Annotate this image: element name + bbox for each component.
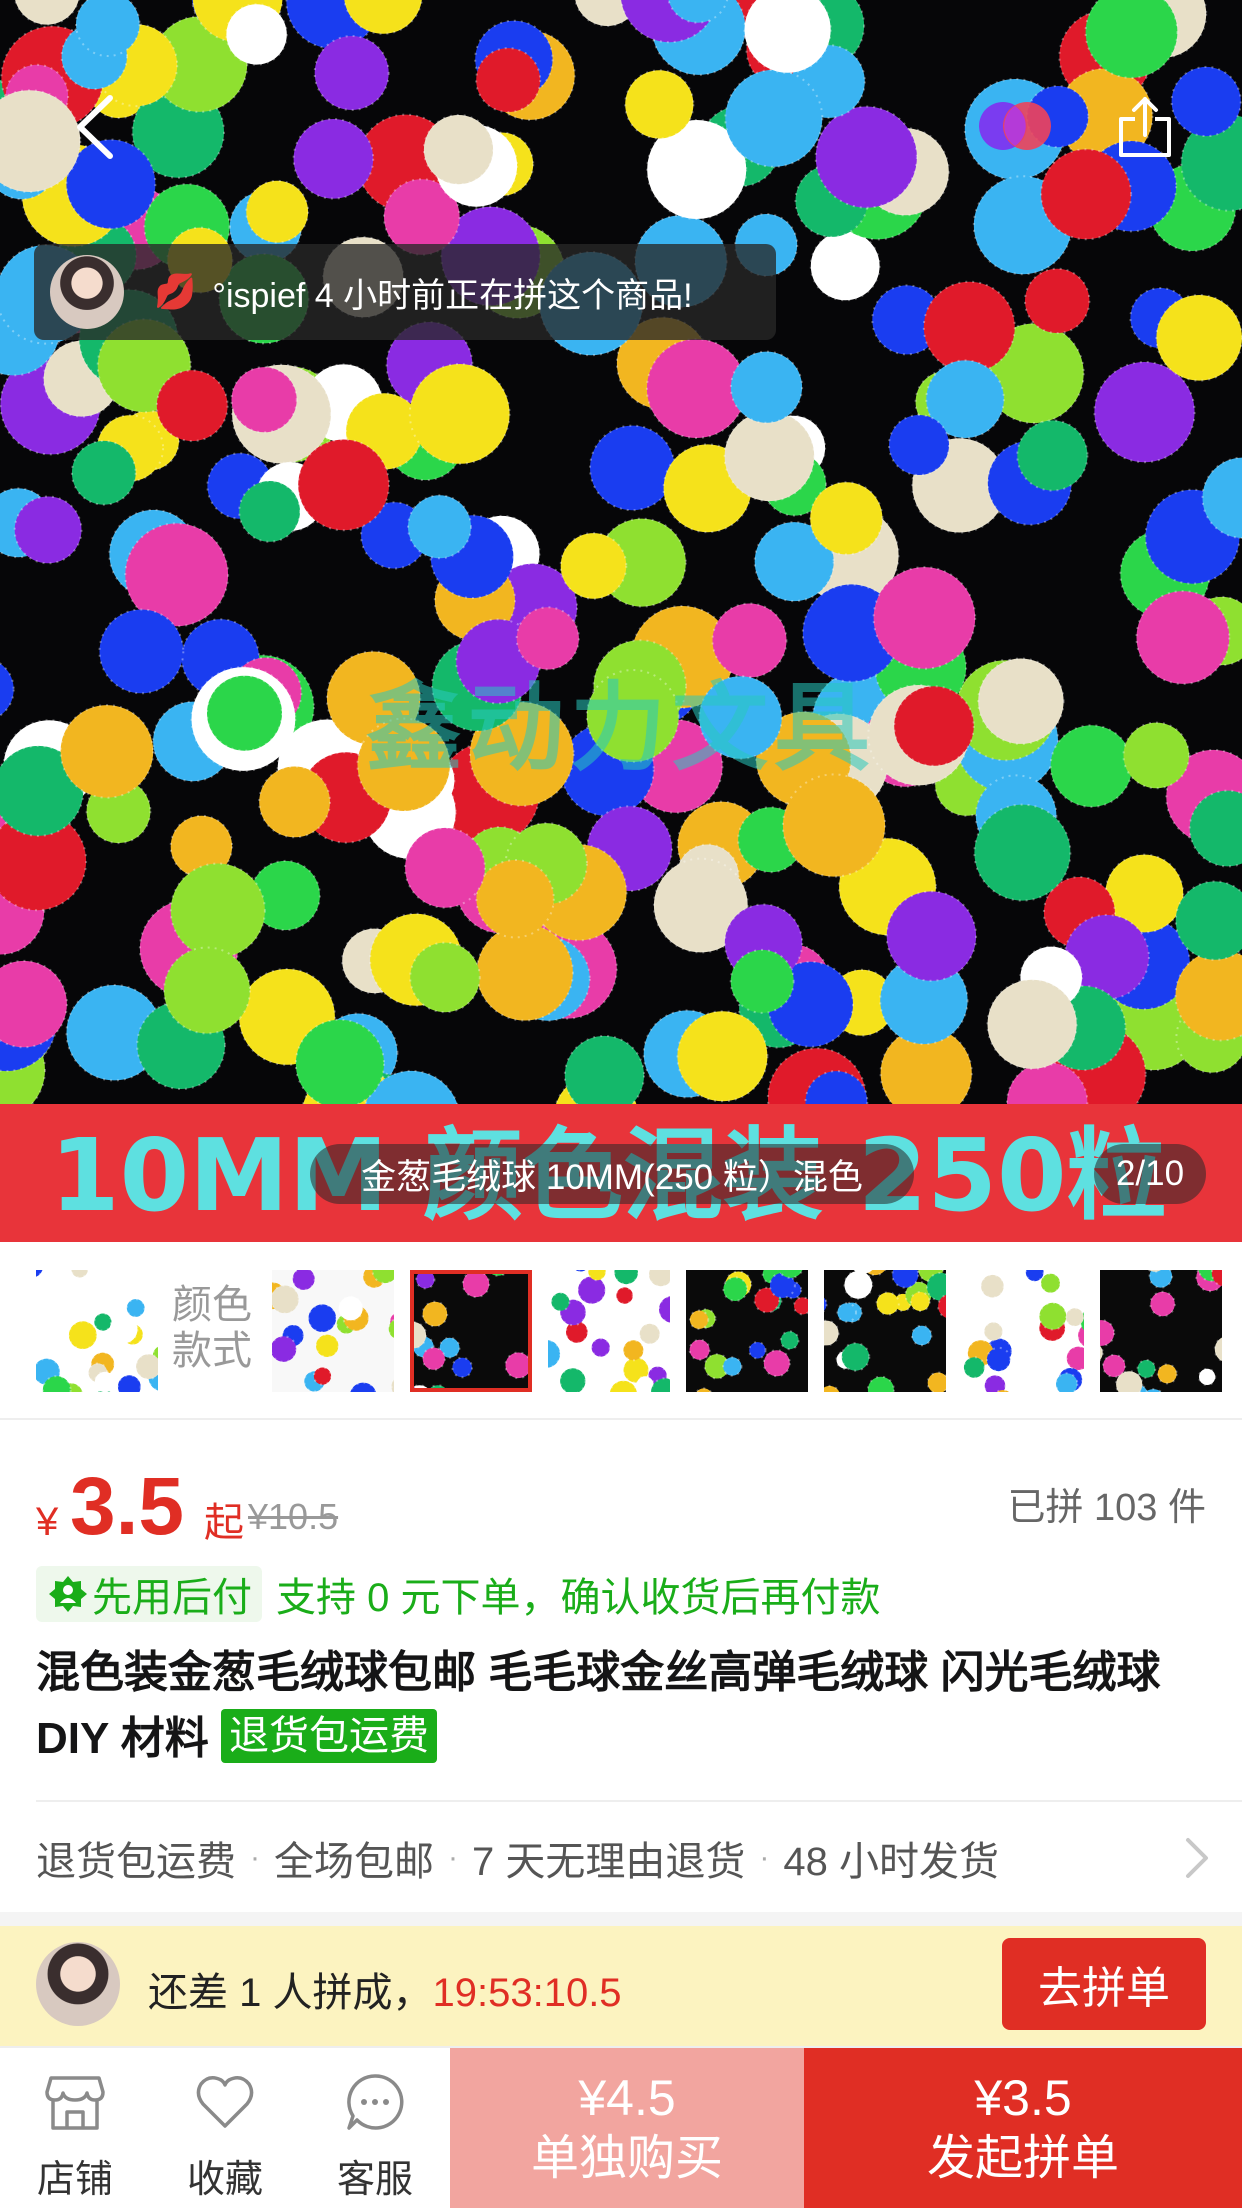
service-item: 48 小时发货	[783, 1840, 999, 1884]
return-shipping-tag: 退货包运费	[221, 1709, 438, 1763]
pay-later-label: 先用后付	[92, 1576, 252, 1620]
bottom-action-bar: 店铺 收藏 客服 ¥4.5 单独购买 ¥3.5 发起拼单	[0, 2046, 1242, 2208]
divider	[36, 1800, 1242, 1802]
product-image-carousel[interactable]: 鑫动力文具 10MM 颜色混装 250粒 💋 °ispief 4 小时前正在拼这…	[0, 0, 1242, 1242]
store-button[interactable]: 店铺	[0, 2048, 150, 2208]
variant-thumb[interactable]	[548, 1270, 670, 1392]
buy-alone-button[interactable]: ¥4.5 单独购买	[450, 2048, 804, 2208]
price-suffix: 起	[204, 1501, 244, 1545]
avatar	[50, 255, 124, 329]
pay-later-desc: 支持 0 元下单，确认收货后再付款	[276, 1576, 881, 1620]
notice-text: °ispief 4 小时前正在拼这个商品!	[212, 276, 693, 315]
variant-thumb[interactable]	[824, 1270, 946, 1392]
variant-thumb[interactable]	[1100, 1270, 1222, 1392]
group-price: 3.5	[70, 1461, 184, 1552]
group-buy-label: 发起拼单	[926, 2132, 1119, 2185]
image-caption: 金葱毛绒球 10MM(250 粒）混色	[310, 1144, 914, 1204]
start-group-buy-button[interactable]: ¥3.5 发起拼单	[804, 2048, 1242, 2208]
image-watermark: 鑫动力文具	[366, 672, 876, 784]
favorite-button[interactable]: 收藏	[150, 2048, 300, 2208]
service-item: 退货包运费	[36, 1840, 236, 1884]
variant-thumbnail-strip[interactable]: 颜色款式	[0, 1242, 1242, 1420]
group-status: 还差 1 人拼成，19:53:10.5	[148, 1960, 622, 2018]
product-photo	[0, 0, 1242, 1104]
solo-price: ¥4.5	[578, 2070, 676, 2126]
customer-service-label: 客服	[336, 2159, 413, 2201]
section-gap	[0, 1912, 1242, 1926]
service-item: 7 天无理由退货	[472, 1840, 746, 1884]
store-icon	[45, 2076, 105, 2130]
customer-service-button[interactable]: 客服	[300, 2048, 450, 2208]
back-arrow-icon	[77, 95, 113, 159]
avatar	[36, 1942, 120, 2026]
original-price: ¥10.5	[248, 1496, 339, 1537]
variant-thumb[interactable]	[272, 1270, 394, 1392]
service-guarantees[interactable]: 退货包运费 · 全场包邮 · 7 天无理由退货 · 48 小时发货	[36, 1820, 1208, 1896]
separator-dot: ·	[448, 1841, 458, 1874]
group-status-text: 还差 1 人拼成，	[148, 1971, 433, 2015]
chevron-right-icon	[1186, 1838, 1208, 1878]
chat-icon	[347, 2074, 404, 2130]
currency-symbol: ¥	[36, 1500, 59, 1544]
group-buy-price: ¥3.5	[974, 2070, 1072, 2126]
product-title: 混色装金葱毛绒球包邮 毛毛球金丝高弹毛绒球 闪光毛绒球 DIY 材料 退货包运费	[36, 1640, 1206, 1772]
countdown-timer: 19:53:10.5	[432, 1971, 622, 2015]
lips-icon: 💋	[154, 273, 197, 311]
share-icon	[1119, 97, 1171, 157]
variant-thumb[interactable]	[962, 1270, 1084, 1392]
pay-later-row[interactable]: 先用后付 支持 0 元下单，确认收货后再付款	[36, 1566, 880, 1622]
solo-label: 单独购买	[530, 2132, 723, 2185]
share-button[interactable]	[1090, 72, 1200, 182]
favorite-label: 收藏	[186, 2159, 263, 2201]
separator-dot: ·	[759, 1841, 770, 1874]
variant-type-label: 颜色款式	[172, 1283, 252, 1373]
page-indicator: 2/10	[1094, 1144, 1206, 1204]
join-group-button[interactable]: 去拼单	[1002, 1938, 1206, 2030]
product-title-text: 混色装金葱毛绒球包邮 毛毛球金丝高弹毛绒球 闪光毛绒球 DIY 材料	[36, 1648, 1161, 1763]
price-row: ¥ 3.5 起 ¥10.5 已拼 103 件	[36, 1460, 1206, 1560]
heart-icon	[196, 2076, 254, 2128]
variant-thumb[interactable]	[36, 1270, 158, 1392]
separator-dot: ·	[250, 1841, 260, 1874]
variant-thumb[interactable]	[686, 1270, 808, 1392]
sold-count: 已拼 103 件	[1007, 1487, 1206, 1529]
pay-later-badge-icon	[49, 1576, 87, 1612]
brand-mark-icon[interactable]	[975, 96, 1055, 156]
group-buy-bar: 还差 1 人拼成，19:53:10.5 去拼单	[0, 1926, 1242, 2046]
variant-thumb-selected[interactable]	[410, 1270, 532, 1392]
group-buy-notice: 💋 °ispief 4 小时前正在拼这个商品!	[34, 244, 776, 340]
back-button[interactable]	[40, 72, 150, 182]
pay-later-tag: 先用后付	[36, 1566, 262, 1622]
service-item: 全场包邮	[274, 1840, 434, 1884]
store-label: 店铺	[36, 2159, 113, 2201]
